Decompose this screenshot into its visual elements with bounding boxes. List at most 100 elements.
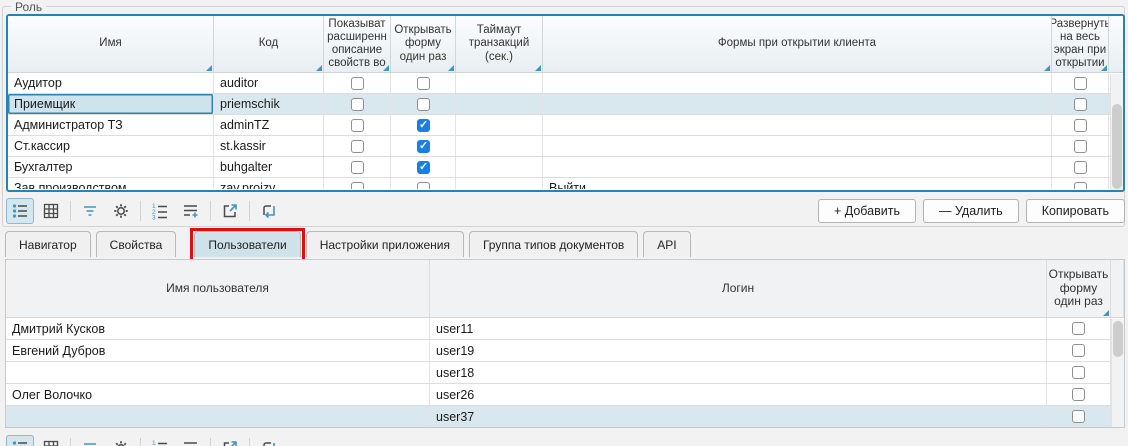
fullscreen-on-open-checkbox[interactable] — [1074, 98, 1087, 111]
column-header-user-name[interactable]: Имя пользователя — [6, 260, 430, 317]
user-name-cell[interactable]: Дмитрий Кусков — [6, 318, 430, 339]
tab-api[interactable]: API — [643, 231, 690, 257]
open-form-once-checkbox[interactable] — [1072, 410, 1085, 423]
show-extended-checkbox[interactable] — [351, 119, 364, 132]
open-external-button[interactable] — [216, 435, 244, 446]
fullscreen-on-open-checkbox[interactable] — [1074, 77, 1087, 90]
refresh-button[interactable] — [255, 198, 283, 224]
fullscreen-on-open-checkbox[interactable] — [1074, 140, 1087, 153]
role-table-row[interactable]: Ст.кассирst.kassir — [8, 136, 1123, 157]
vertical-scrollbar-thumb[interactable] — [1112, 104, 1122, 189]
role-code-cell[interactable]: auditor — [214, 73, 324, 93]
numbered-list-button[interactable]: 123 — [146, 198, 174, 224]
refresh-button[interactable] — [255, 435, 283, 446]
user-login-cell[interactable]: user37 — [430, 406, 1047, 427]
role-code-cell[interactable]: priemschik — [214, 94, 324, 114]
role-table-row[interactable]: Аудиторauditor — [8, 73, 1123, 94]
open-form-once-checkbox[interactable] — [417, 140, 430, 153]
open-external-button[interactable] — [216, 198, 244, 224]
vertical-scrollbar[interactable] — [1111, 319, 1124, 427]
role-timeout-cell[interactable] — [456, 115, 543, 135]
user-name-cell[interactable]: Евгений Дубров — [6, 340, 430, 361]
grid-view-button[interactable] — [37, 198, 65, 224]
list-view-button[interactable] — [6, 435, 34, 446]
role-timeout-cell[interactable] — [456, 136, 543, 156]
show-extended-checkbox[interactable] — [351, 140, 364, 153]
column-header-login[interactable]: Логин — [430, 260, 1047, 317]
role-name-cell[interactable]: Ст.кассир — [8, 136, 214, 156]
open-form-once-checkbox[interactable] — [1072, 366, 1085, 379]
user-login-cell[interactable]: user26 — [430, 384, 1047, 405]
add-to-list-button[interactable] — [177, 198, 205, 224]
vertical-scrollbar-thumb[interactable] — [1113, 321, 1123, 357]
fullscreen-on-open-checkbox[interactable] — [1074, 119, 1087, 132]
role-forms-on-open-cell[interactable] — [543, 115, 1052, 135]
grid-view-button[interactable] — [37, 435, 65, 446]
settings-button[interactable] — [107, 435, 135, 446]
show-extended-checkbox[interactable] — [351, 161, 364, 174]
column-header-open-form-once[interactable]: Открывать форму один раз — [1047, 260, 1111, 317]
role-code-cell[interactable]: adminTZ — [214, 115, 324, 135]
user-name-cell[interactable]: Олег Волочко — [6, 384, 430, 405]
fullscreen-on-open-checkbox[interactable] — [1074, 161, 1087, 174]
role-code-cell[interactable]: st.kassir — [214, 136, 324, 156]
user-table-row[interactable]: user37 — [6, 406, 1124, 428]
tab-app-settings[interactable]: Настройки приложения — [306, 231, 464, 257]
tab-document-type-group[interactable]: Группа типов документов — [469, 231, 638, 257]
open-form-once-checkbox[interactable] — [1072, 322, 1085, 335]
numbered-list-button[interactable]: 123 — [146, 435, 174, 446]
role-table-row[interactable]: Бухгалтерbuhgalter — [8, 157, 1123, 178]
add-button[interactable]: + Добавить — [818, 199, 916, 223]
column-header-name[interactable]: Имя — [8, 16, 214, 72]
user-login-cell[interactable]: user19 — [430, 340, 1047, 361]
column-header-show-extended[interactable]: Показыват расширенн описание свойств во — [324, 16, 391, 72]
user-name-cell[interactable] — [6, 406, 430, 427]
role-forms-on-open-cell[interactable] — [543, 94, 1052, 114]
tab-navigator[interactable]: Навигатор — [5, 231, 91, 257]
filter-button[interactable] — [76, 198, 104, 224]
column-header-forms-on-open[interactable]: Формы при открытии клиента — [543, 16, 1052, 72]
tab-properties[interactable]: Свойства — [96, 231, 177, 257]
open-form-once-checkbox[interactable] — [417, 77, 430, 90]
user-table-row[interactable]: Дмитрий Кусковuser11 — [6, 318, 1124, 340]
copy-button[interactable]: Копировать — [1026, 199, 1125, 223]
role-forms-on-open-cell[interactable] — [543, 136, 1052, 156]
filter-button[interactable] — [76, 435, 104, 446]
fullscreen-on-open-checkbox[interactable] — [1074, 182, 1087, 190]
user-login-cell[interactable]: user18 — [430, 362, 1047, 383]
open-form-once-checkbox[interactable] — [1072, 344, 1085, 357]
role-name-cell[interactable]: Бухгалтер — [8, 157, 214, 177]
role-table-row[interactable]: Зав.производствомzav.proizvВыйти — [8, 178, 1123, 189]
user-table-row[interactable]: Олег Волочкоuser26 — [6, 384, 1124, 406]
role-timeout-cell[interactable] — [456, 94, 543, 114]
column-header-code[interactable]: Код — [214, 16, 324, 72]
column-header-fullscreen-on-open[interactable]: Развернуть на весь экран при открытии — [1052, 16, 1109, 72]
role-code-cell[interactable]: buhgalter — [214, 157, 324, 177]
tab-users[interactable]: Пользователи — [194, 231, 300, 257]
show-extended-checkbox[interactable] — [351, 98, 364, 111]
vertical-scrollbar[interactable] — [1110, 74, 1123, 190]
show-extended-checkbox[interactable] — [351, 182, 364, 190]
role-name-cell[interactable]: Аудитор — [8, 73, 214, 93]
role-timeout-cell[interactable] — [456, 157, 543, 177]
role-code-cell[interactable]: zav.proizv — [214, 178, 324, 189]
user-login-cell[interactable]: user11 — [430, 318, 1047, 339]
role-name-cell[interactable]: Приемщик — [8, 94, 214, 114]
role-name-cell[interactable]: Зав.производством — [8, 178, 214, 189]
role-name-cell[interactable]: Администратор ТЗ — [8, 115, 214, 135]
open-form-once-checkbox[interactable] — [417, 182, 430, 190]
open-form-once-checkbox[interactable] — [417, 98, 430, 111]
role-timeout-cell[interactable] — [456, 178, 543, 189]
open-form-once-checkbox[interactable] — [417, 119, 430, 132]
add-to-list-button[interactable] — [177, 435, 205, 446]
open-form-once-checkbox[interactable] — [417, 161, 430, 174]
user-table-row[interactable]: Евгений Дубровuser19 — [6, 340, 1124, 362]
role-table-row[interactable]: Администратор ТЗadminTZ — [8, 115, 1123, 136]
user-table-row[interactable]: user18 — [6, 362, 1124, 384]
role-forms-on-open-cell[interactable] — [543, 157, 1052, 177]
role-timeout-cell[interactable] — [456, 73, 543, 93]
settings-button[interactable] — [107, 198, 135, 224]
column-header-transaction-timeout[interactable]: Таймаут транзакций (сек.) — [456, 16, 543, 72]
role-table-row[interactable]: Приемщикpriemschik — [8, 94, 1123, 115]
show-extended-checkbox[interactable] — [351, 77, 364, 90]
